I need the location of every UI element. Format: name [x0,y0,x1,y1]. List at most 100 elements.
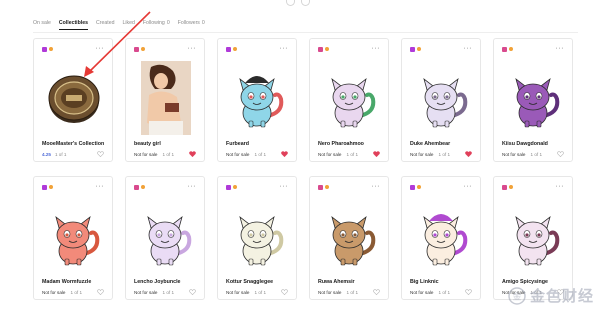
card-artwork[interactable] [42,197,106,275]
collectible-card[interactable]: ··· Madam Wormfuzzle Not for sale 1 of 1 [33,176,113,300]
collectible-card[interactable]: ··· Big Linknic Not for sale 1 of 1 [401,176,481,300]
card-artwork[interactable] [502,59,566,137]
more-options-icon[interactable]: ··· [280,183,289,190]
card-title[interactable]: Kottur Snagglegee [226,279,290,285]
like-heart-icon[interactable] [465,151,472,158]
card-meta: Not for sale 1 of 1 [42,289,104,296]
owner-avatar[interactable] [141,185,145,189]
card-artwork[interactable] [318,197,382,275]
creator-avatar[interactable] [502,184,507,190]
owner-avatar[interactable] [325,185,329,189]
card-title[interactable]: Furbeard [226,141,290,147]
more-options-icon[interactable]: ··· [372,45,381,52]
owner-avatar[interactable] [509,185,513,189]
sale-status: Not for sale [134,151,158,157]
like-heart-icon[interactable] [465,289,472,296]
like-heart-icon[interactable] [557,151,564,158]
like-heart-icon[interactable] [189,151,196,158]
like-heart-icon[interactable] [97,151,104,158]
collectible-card[interactable]: ··· Kiisu Dawgdonald Not for sale 1 of 1 [493,38,573,162]
creator-avatar[interactable] [42,184,47,190]
card-title[interactable]: beauty girl [134,141,198,147]
coin-art-icon [48,75,100,123]
more-options-icon[interactable]: ··· [280,45,289,52]
collectible-card[interactable]: ··· Ruwa Ahemsir Not for sale 1 of 1 [309,176,389,300]
creator-avatar[interactable] [318,46,323,52]
card-title[interactable]: Duke Ahembear [410,141,474,147]
more-options-icon[interactable]: ··· [556,45,565,52]
more-options-icon[interactable]: ··· [188,183,197,190]
card-artwork[interactable] [226,59,290,137]
owner-avatar[interactable] [417,185,421,189]
more-options-icon[interactable]: ··· [188,45,197,52]
collectible-card[interactable]: ··· Amigo Spicysinge Not for sale 1 of 1 [493,176,573,300]
kitty-art-icon [147,215,192,266]
card-header: ··· [502,183,565,190]
owner-avatar[interactable] [233,47,237,51]
card-header: ··· [226,183,289,190]
creator-avatar[interactable] [410,46,415,52]
card-header: ··· [134,183,197,190]
like-heart-icon[interactable] [281,289,288,296]
creator-avatar[interactable] [134,46,139,52]
card-artwork[interactable] [134,197,198,275]
more-options-icon[interactable]: ··· [464,183,473,190]
more-options-icon[interactable]: ··· [556,183,565,190]
tab-created[interactable]: Created [96,20,114,30]
creator-avatar[interactable] [42,46,47,52]
card-title[interactable]: Lencho Joybuncle [134,279,198,285]
more-options-icon[interactable]: ··· [96,183,105,190]
svg-text:金: 金 [512,290,521,302]
owner-avatar[interactable] [141,47,145,51]
collectible-card[interactable]: ··· Duke Ahembear Not for sale 1 of 1 [401,38,481,162]
card-title[interactable]: Nero Pharoahmoo [318,141,382,147]
card-artwork[interactable] [410,197,474,275]
like-heart-icon[interactable] [189,289,196,296]
more-options-icon[interactable]: ··· [96,45,105,52]
owner-badges [502,46,513,52]
kitty-art-icon [423,77,468,128]
collectible-card[interactable]: ··· Kottur Snagglegee Not for sale 1 of … [217,176,297,300]
owner-avatar[interactable] [49,185,53,189]
owner-avatar[interactable] [233,185,237,189]
card-meta: Not for sale 1 of 1 [318,289,380,296]
creator-avatar[interactable] [226,184,231,190]
more-options-icon[interactable]: ··· [372,183,381,190]
creator-avatar[interactable] [134,184,139,190]
card-title[interactable]: Ruwa Ahemsir [318,279,382,285]
creator-avatar[interactable] [502,46,507,52]
collectible-card[interactable]: ··· Furbeard Not for sale 1 of 1 [217,38,297,162]
owner-avatar[interactable] [417,47,421,51]
tab-collectibles[interactable]: Collectibles [58,20,89,30]
creator-avatar[interactable] [318,184,323,190]
card-title[interactable]: Big Linknic [410,279,474,285]
owner-avatar[interactable] [509,47,513,51]
creator-avatar[interactable] [410,184,415,190]
card-title[interactable]: Madam Wormfuzzle [42,279,106,285]
card-meta: 4.25 1 of 1 [42,151,104,158]
card-artwork[interactable] [134,59,198,137]
card-title[interactable]: Kiisu Dawgdonald [502,141,566,147]
collectible-card[interactable]: ··· Lencho Joybuncle Not for sale 1 of 1 [125,176,205,300]
card-artwork[interactable] [42,59,106,137]
tab-on-sale[interactable]: On sale [33,20,51,30]
collectible-card[interactable]: ··· MooeMaster's Collection 4.25 1 of 1 [33,38,113,162]
like-heart-icon[interactable] [373,151,380,158]
like-heart-icon[interactable] [281,151,288,158]
card-artwork[interactable] [318,59,382,137]
owner-avatar[interactable] [49,47,53,51]
collectible-card[interactable]: ··· Nero Pharoahmoo Not for sale 1 of 1 [309,38,389,162]
card-title[interactable]: MooeMaster's Collection [42,141,106,147]
like-heart-icon[interactable] [97,289,104,296]
owner-avatar[interactable] [325,47,329,51]
tab-liked[interactable]: Liked [122,20,134,30]
collectible-card[interactable]: ··· beauty girl Not for sale 1 of 1 [125,38,205,162]
creator-avatar[interactable] [226,46,231,52]
card-artwork[interactable] [226,197,290,275]
card-artwork[interactable] [410,59,474,137]
more-options-icon[interactable]: ··· [464,45,473,52]
tab-following[interactable]: Following 0 [143,20,170,30]
like-heart-icon[interactable] [373,289,380,296]
tab-followers[interactable]: Followers 0 [178,20,205,30]
card-artwork[interactable] [502,197,566,275]
